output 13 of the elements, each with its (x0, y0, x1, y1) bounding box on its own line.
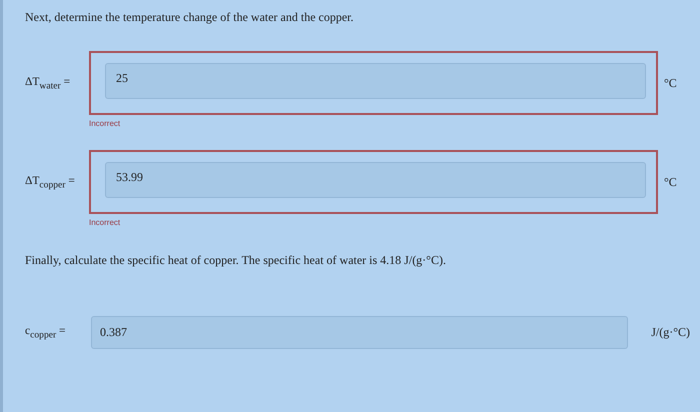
answer-field[interactable]: 0.387 (91, 316, 628, 349)
variable-label: ΔT$_{water}$ = (25, 74, 70, 93)
variable-label: ΔT$_{copper}$ = (25, 174, 75, 192)
feedback-text: Incorrect (89, 119, 122, 128)
unit-label: °C (663, 76, 678, 90)
variable-label: c$_{copper}$ = (25, 324, 66, 342)
unit-label: °C (663, 174, 678, 190)
instruction-text: Next, determine the temperature change of the water and the copper. (25, 10, 355, 25)
feedback-text: Incorrect (89, 218, 122, 227)
unit-label: J/(g·°C) (650, 325, 690, 340)
instruction-text: Finally, calculate the specific heat of copper. The specific heat of water is 4.18 J/(g·°C). (25, 253, 447, 268)
answer-field[interactable]: 53.99 (105, 162, 646, 198)
answer-field[interactable]: 25 (105, 63, 646, 99)
